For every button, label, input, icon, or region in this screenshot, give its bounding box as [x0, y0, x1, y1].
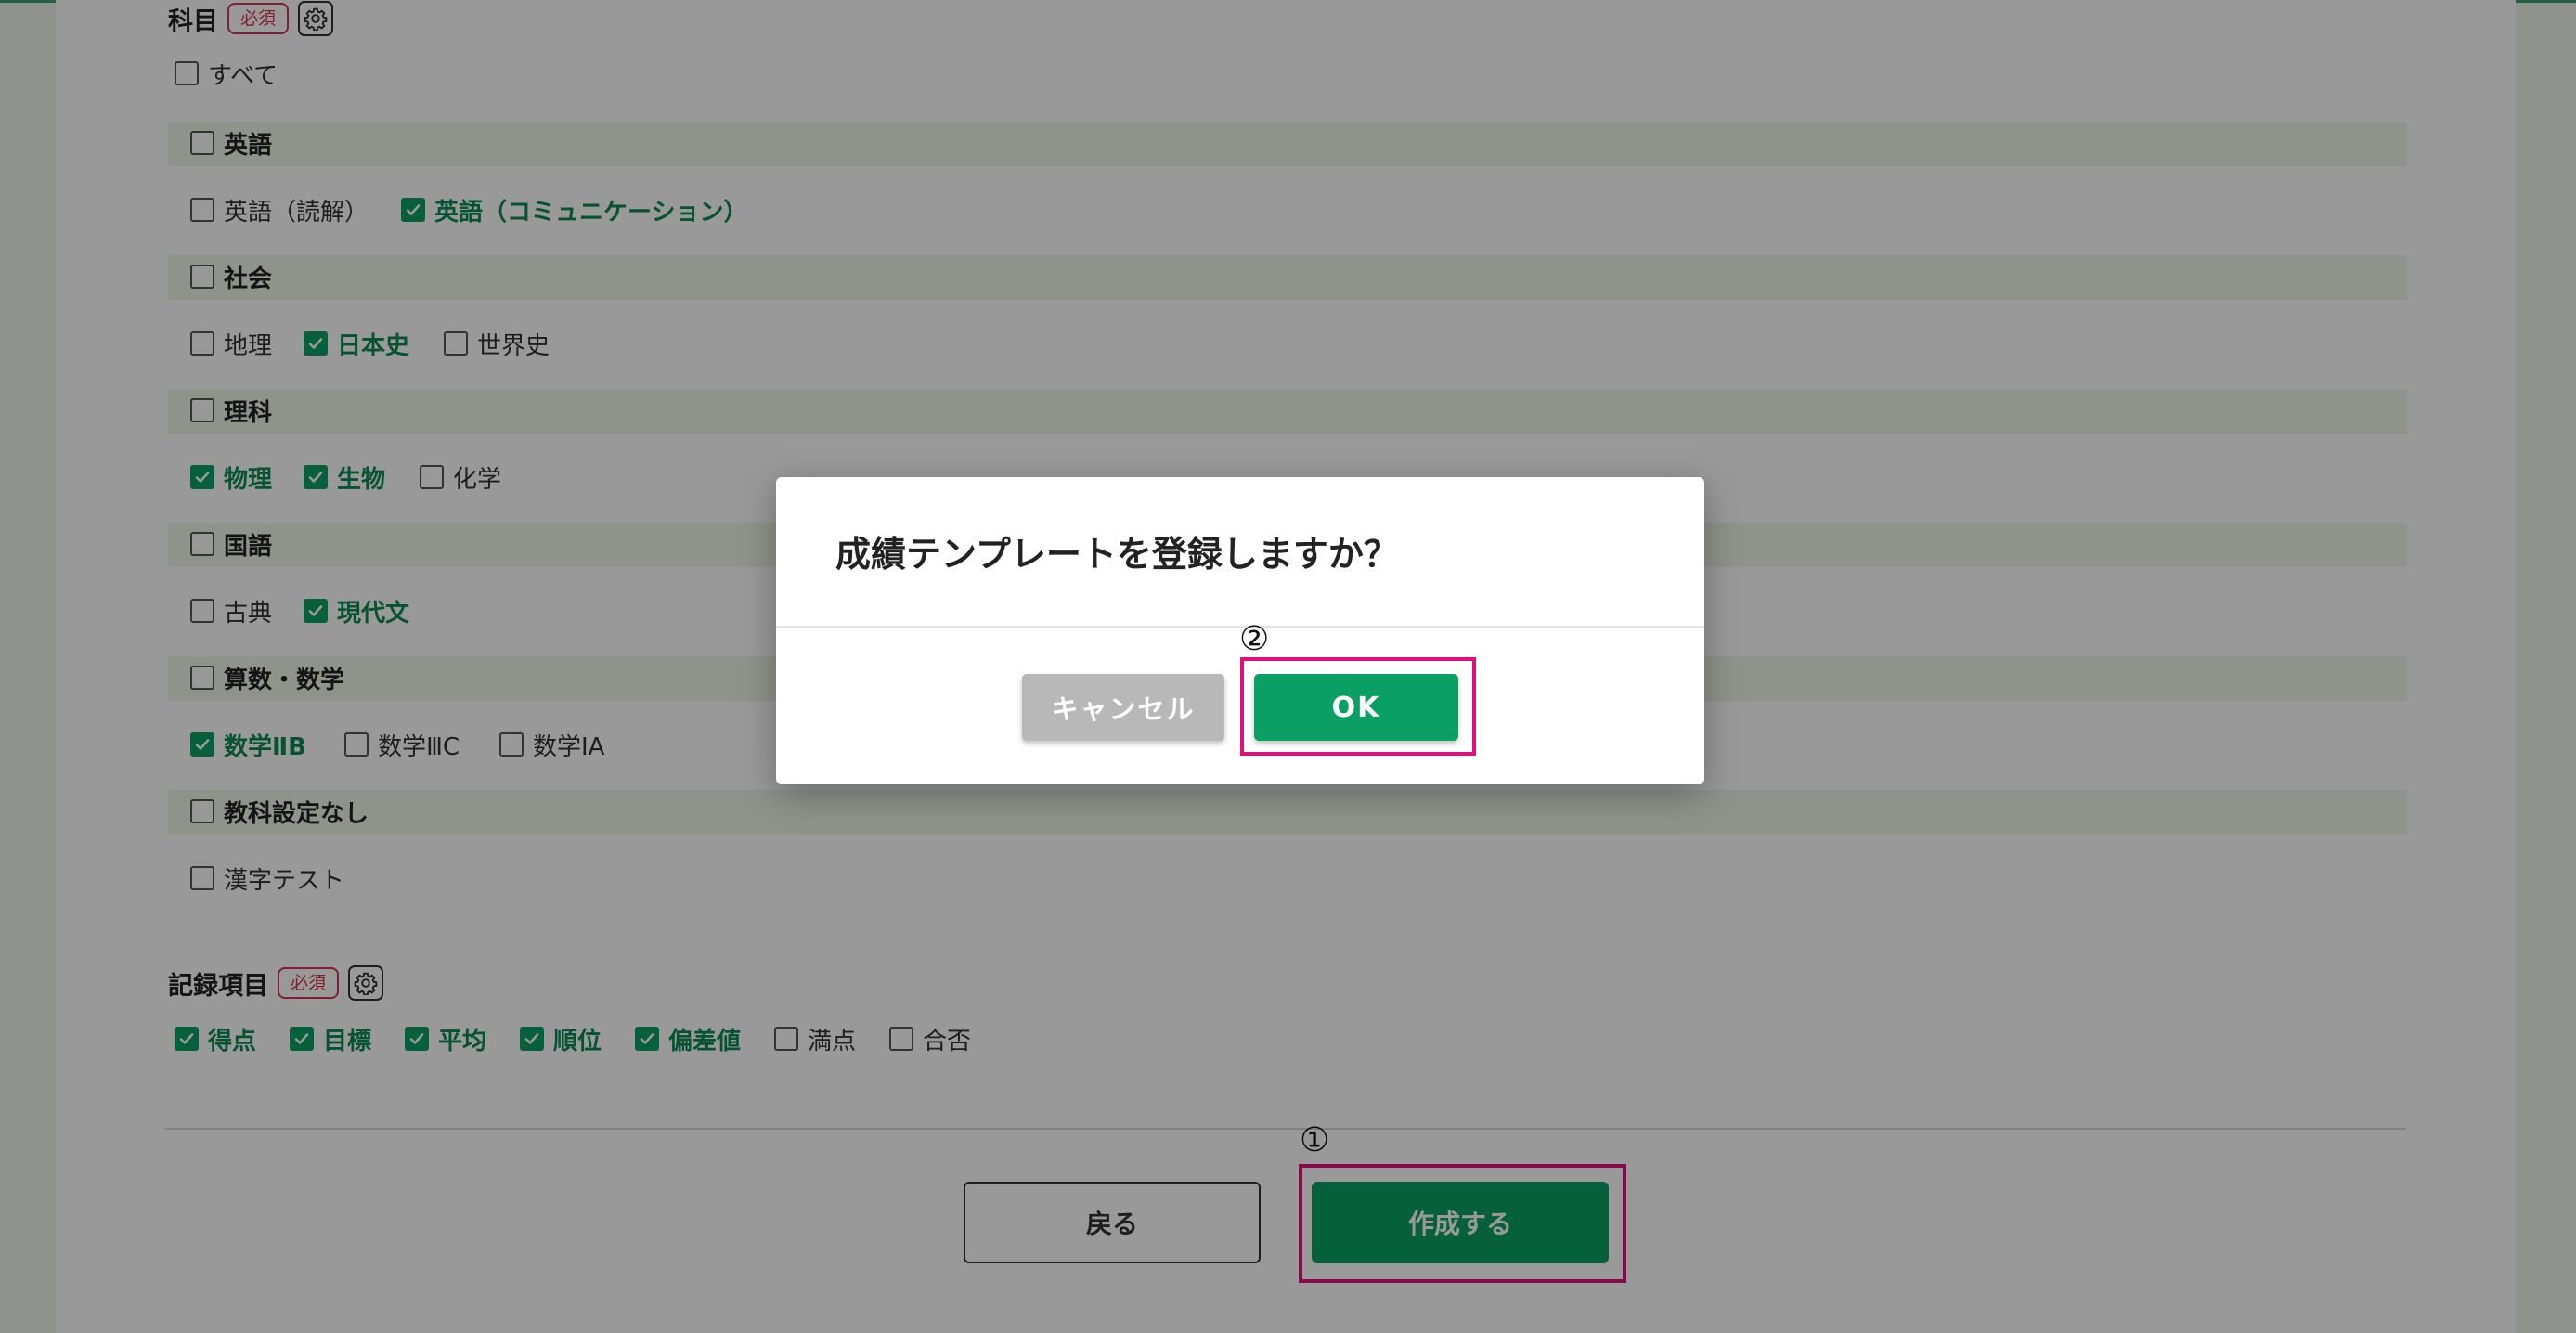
step-2-marker: ② [1239, 620, 1270, 658]
cancel-button[interactable]: キャンセル [1022, 674, 1224, 741]
step-2-highlight [1240, 657, 1476, 756]
dialog-title: 成績テンプレートを登録しますか？ [835, 534, 1399, 575]
